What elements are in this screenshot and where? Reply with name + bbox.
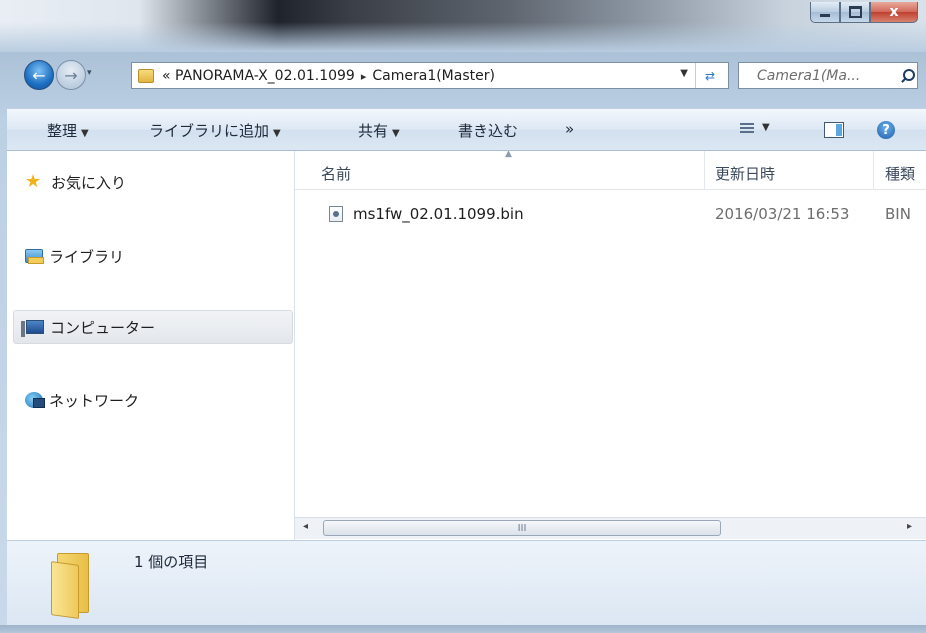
nav-item-label: コンピューター — [50, 318, 156, 337]
change-view-button[interactable]: ▼ — [740, 121, 770, 139]
address-dropdown-icon[interactable]: ▼ — [680, 68, 688, 79]
burn-button[interactable]: 書き込む — [458, 120, 518, 141]
close-icon: x — [889, 4, 899, 20]
file-type: BIN — [885, 205, 911, 223]
file-list: ▲ 名前 更新日時 種類 ms1fw_02.01.1099.bin 2016/0… — [295, 151, 926, 540]
column-divider[interactable] — [704, 151, 705, 189]
column-header-row: ▲ 名前 更新日時 種類 — [295, 151, 926, 190]
nav-item-label: お気に入り — [51, 173, 127, 192]
chevron-down-icon: ▼ — [81, 128, 89, 139]
column-header-name[interactable]: 名前 — [321, 163, 351, 184]
help-icon[interactable]: ? — [877, 121, 895, 139]
forward-button[interactable]: → — [56, 60, 86, 90]
column-divider[interactable] — [873, 151, 874, 189]
computer-icon — [21, 320, 44, 337]
address-row: ← → ▾ « PANORAMA-X_02.01.1099 ▸ Camera1(Ma… — [0, 52, 926, 96]
star-icon: ★ — [25, 171, 42, 192]
back-button[interactable]: ← — [24, 60, 54, 90]
arrow-left-icon: ← — [32, 65, 46, 85]
search-icon[interactable] — [901, 68, 917, 84]
breadcrumb-item-camera1[interactable]: Camera1(Master) — [372, 68, 495, 84]
nav-item-favorites[interactable]: ★ お気に入り — [25, 169, 285, 195]
scrollbar-thumb[interactable]: III — [323, 520, 721, 536]
nav-item-network[interactable]: ネットワーク — [25, 387, 285, 413]
nav-item-computer[interactable]: コンピューター — [13, 310, 293, 344]
title-bar[interactable] — [0, 0, 926, 52]
more-commands-button[interactable]: » — [565, 120, 574, 138]
breadcrumb-separator-icon[interactable]: ▸ — [361, 70, 367, 83]
organize-label: 整理 — [47, 122, 78, 140]
search-input[interactable] — [755, 66, 899, 85]
file-name: ms1fw_02.01.1099.bin — [353, 205, 524, 223]
explorer-window: x ← → ▾ « PANORAMA-X_02.01.1099 ▸ Camera1(… — [0, 0, 926, 633]
add-to-library-button[interactable]: ライブラリに追加 ▼ — [149, 120, 281, 141]
horizontal-scrollbar[interactable]: ◂ III ▸ — [295, 517, 926, 539]
share-label: 共有 — [358, 122, 389, 140]
preview-pane-icon[interactable] — [824, 122, 844, 138]
breadcrumb-overflow[interactable]: « — [162, 68, 171, 84]
grip-icon: III — [517, 522, 527, 534]
command-bar: 整理 ▼ ライブラリに追加 ▼ 共有 ▼ 書き込む » ▼ ? — [7, 108, 926, 151]
folder-icon — [51, 553, 91, 619]
sort-ascending-icon: ▲ — [505, 151, 512, 159]
column-header-type[interactable]: 種類 — [885, 163, 915, 184]
share-button[interactable]: 共有 ▼ — [358, 120, 400, 141]
nav-item-label: ライブラリ — [49, 247, 125, 266]
chevron-down-icon: ▼ — [762, 122, 770, 133]
refresh-icon: ⇄ — [704, 68, 716, 83]
network-icon — [25, 392, 45, 408]
file-icon — [329, 206, 343, 222]
folder-icon — [138, 68, 154, 83]
chevron-down-icon: ▼ — [273, 128, 281, 139]
arrow-right-icon: → — [64, 65, 78, 85]
column-header-modified[interactable]: 更新日時 — [715, 163, 775, 184]
scroll-right-icon[interactable]: ▸ — [907, 521, 912, 532]
search-box — [738, 62, 918, 89]
item-count: 1 個の項目 — [134, 553, 209, 571]
chevron-down-icon: ▾ — [87, 68, 92, 78]
maximize-button[interactable] — [840, 2, 870, 23]
caption-buttons: x — [810, 2, 918, 24]
navigation-pane: ★ お気に入り ライブラリ コンピューター ネットワーク — [7, 151, 295, 540]
folder-front-shape — [51, 561, 79, 619]
file-modified: 2016/03/21 16:53 — [715, 205, 850, 223]
table-row[interactable]: ms1fw_02.01.1099.bin 2016/03/21 16:53 BI… — [295, 201, 926, 227]
library-icon — [25, 249, 44, 264]
scroll-left-icon[interactable]: ◂ — [303, 521, 308, 532]
recent-pages-dropdown[interactable]: ▾ — [87, 68, 97, 78]
details-pane: 1 個の項目 — [7, 540, 926, 625]
maximize-icon — [848, 6, 862, 18]
organize-button[interactable]: 整理 ▼ — [47, 120, 89, 141]
minimize-icon — [820, 13, 830, 17]
nav-item-label: ネットワーク — [49, 391, 140, 410]
refresh-button[interactable]: ⇄ — [695, 63, 724, 88]
chevron-down-icon: ▼ — [392, 128, 400, 139]
breadcrumb: « PANORAMA-X_02.01.1099 ▸ Camera1(Master) — [162, 68, 495, 84]
add-to-library-label: ライブラリに追加 — [149, 122, 270, 140]
address-bar[interactable]: « PANORAMA-X_02.01.1099 ▸ Camera1(Master) … — [131, 62, 729, 89]
window-frame-bottom — [0, 625, 926, 633]
minimize-button[interactable] — [810, 2, 840, 23]
view-details-icon — [740, 123, 754, 135]
close-button[interactable]: x — [870, 2, 918, 23]
breadcrumb-item-panorama[interactable]: PANORAMA-X_02.01.1099 — [175, 68, 355, 84]
nav-item-libraries[interactable]: ライブラリ — [25, 243, 285, 269]
